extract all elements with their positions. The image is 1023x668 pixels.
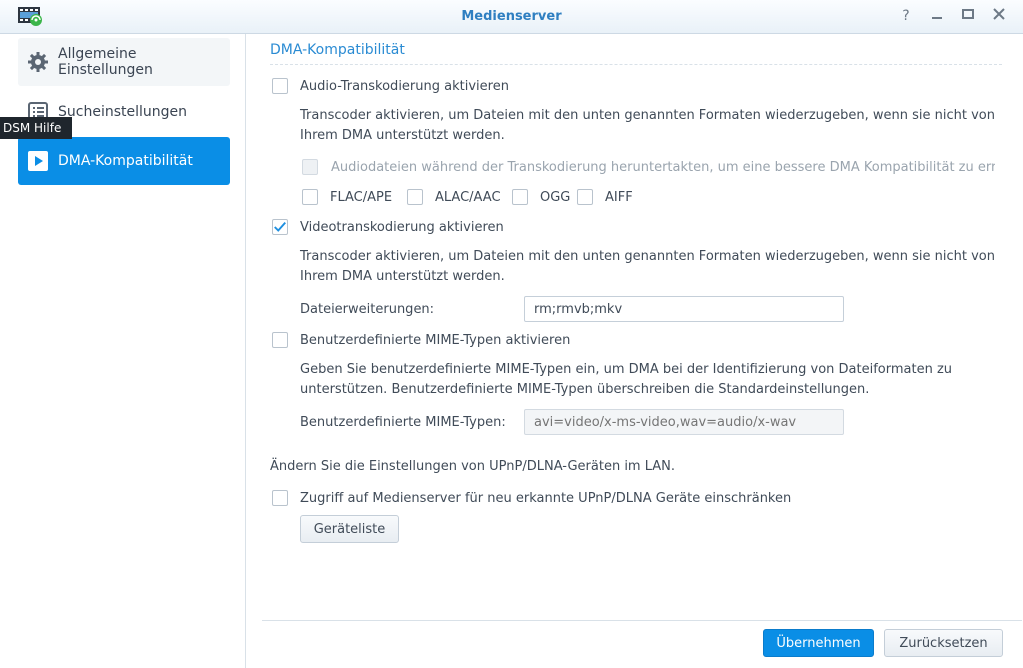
format-label: AIFF (605, 189, 633, 205)
sidebar-item-label: Allgemeine Einstellungen (58, 46, 153, 78)
help-tooltip: DSM Hilfe (0, 117, 72, 139)
sidebar-item-label: Sucheinstellungen (58, 104, 188, 120)
audio-downsample-label: Audiodateien während der Transkodierung … (331, 159, 995, 175)
reset-button[interactable]: Zurücksetzen (884, 629, 1003, 657)
main-panel: DMA-Kompatibilität Audio-Transkodierung … (246, 34, 1023, 668)
audio-downsample-checkbox (302, 159, 318, 175)
audio-transcode-checkbox[interactable] (272, 78, 288, 94)
footer-divider (262, 620, 1022, 621)
format-ogg[interactable]: OGG (512, 189, 570, 205)
mime-description: Geben Sie benutzerdefinierte MIME-Typen … (300, 362, 953, 397)
format-ogg-checkbox[interactable] (512, 189, 528, 205)
video-transcode-option[interactable]: Videotranskodierung aktivieren (272, 219, 504, 235)
mime-field-label: Benutzerdefinierte MIME-Typen: (300, 415, 506, 430)
format-label: OGG (540, 189, 571, 205)
video-description: Transcoder aktivieren, um Dateien mit de… (300, 249, 996, 284)
play-icon (27, 150, 49, 172)
format-label: FLAC/APE (330, 189, 393, 205)
audio-transcode-option[interactable]: Audio-Transkodierung aktivieren (272, 78, 509, 94)
custom-mime-checkbox[interactable] (272, 332, 288, 348)
restrict-access-option[interactable]: Zugriff auf Medienserver für neu erkannt… (272, 490, 791, 506)
format-flac-ape-checkbox[interactable] (302, 189, 318, 205)
format-flac-ape[interactable]: FLAC/APE (302, 189, 392, 205)
audio-description: Transcoder aktivieren, um Dateien mit de… (300, 108, 996, 143)
custom-mime-label: Benutzerdefinierte MIME-Typen aktivieren (300, 332, 571, 348)
format-aiff-checkbox[interactable] (577, 189, 593, 205)
format-aiff[interactable]: AIFF (577, 189, 633, 205)
section-title: DMA-Kompatibilität (270, 42, 405, 58)
mime-types-input (524, 409, 844, 435)
audio-transcode-label: Audio-Transkodierung aktivieren (300, 78, 509, 94)
audio-downsample-option: Audiodateien während der Transkodierung … (302, 159, 995, 175)
format-alac-aac-checkbox[interactable] (407, 189, 423, 205)
upnp-heading: Ändern Sie die Einstellungen von UPnP/DL… (270, 459, 676, 474)
checkmark-icon (274, 221, 286, 232)
gear-icon (27, 51, 49, 73)
format-alac-aac[interactable]: ALAC/AAC (407, 189, 501, 205)
restrict-access-label: Zugriff auf Medienserver für neu erkannt… (300, 490, 792, 506)
extensions-input[interactable] (524, 296, 844, 322)
extensions-label: Dateierweiterungen: (300, 302, 435, 317)
custom-mime-option[interactable]: Benutzerdefinierte MIME-Typen aktivieren (272, 332, 570, 348)
close-icon[interactable] (990, 7, 1008, 25)
format-label: ALAC/AAC (435, 189, 501, 205)
video-transcode-checkbox[interactable] (272, 219, 288, 235)
video-transcode-label: Videotranskodierung aktivieren (300, 219, 504, 235)
maximize-icon[interactable] (959, 7, 977, 25)
sidebar-item-dma-kompatibilitaet[interactable]: DMA-Kompatibilität (18, 137, 230, 185)
minimize-icon[interactable] (928, 7, 946, 25)
apply-button[interactable]: Übernehmen (763, 629, 874, 657)
title-bar: Medienserver ? (0, 0, 1023, 34)
section-divider (270, 64, 1002, 65)
help-icon[interactable]: ? (897, 7, 915, 25)
sidebar-item-label: DMA-Kompatibilität (58, 153, 193, 169)
restrict-access-checkbox[interactable] (272, 490, 288, 506)
window-title: Medienserver (461, 9, 562, 24)
device-list-button[interactable]: Geräteliste (300, 515, 399, 543)
sidebar-item-allgemeine-einstellungen[interactable]: Allgemeine Einstellungen (18, 38, 230, 86)
